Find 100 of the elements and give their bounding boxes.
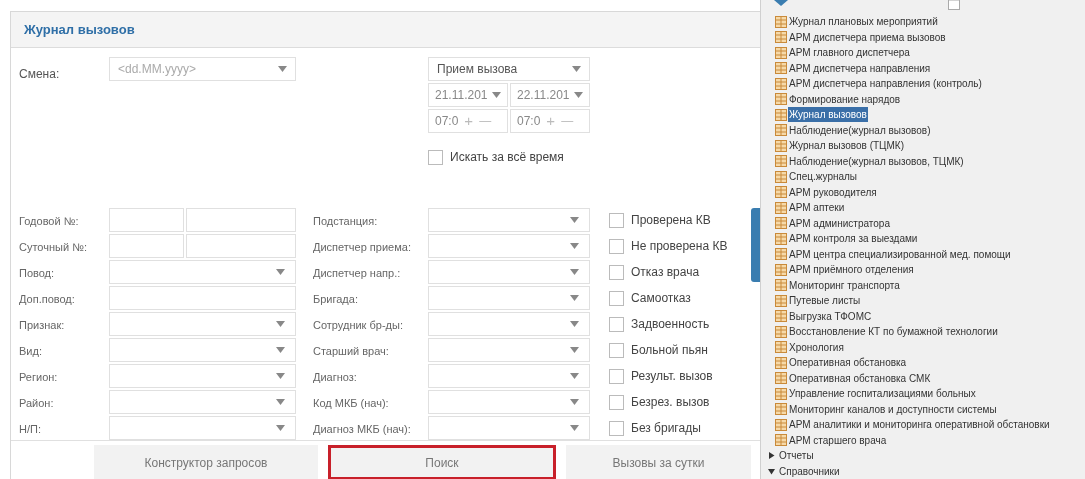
input-field[interactable]	[109, 208, 184, 232]
time-field[interactable]: 07:0	[517, 112, 541, 130]
field-label: Доп.повод:	[19, 293, 75, 305]
dropdown-field[interactable]	[428, 312, 590, 336]
tree-item[interactable]: Хронология	[788, 339, 845, 355]
tree-item[interactable]: Оперативная обстановка	[788, 355, 908, 371]
checkbox-label: Без бригады	[631, 420, 701, 437]
table-icon	[775, 77, 787, 90]
field-label: Подстанция:	[313, 215, 378, 227]
table-icon	[775, 170, 787, 183]
checkbox[interactable]	[609, 394, 624, 410]
dropdown-field[interactable]	[109, 390, 296, 414]
checkbox[interactable]	[609, 290, 624, 306]
tree-item[interactable]: Наблюдение(журнал вызовов, ТЦМК)	[788, 153, 965, 169]
caret-icon	[570, 347, 579, 353]
tree-item[interactable]: АРМ приёмного отделения	[788, 262, 915, 278]
caret-icon	[570, 269, 579, 275]
tree-item[interactable]: Формирование нарядов	[788, 91, 902, 107]
dropdown-field[interactable]	[428, 208, 590, 232]
tree-item[interactable]: АРМ диспетчера направления (контроль)	[788, 76, 983, 92]
dropdown-field[interactable]	[428, 286, 590, 310]
table-icon	[775, 325, 787, 338]
checkbox[interactable]	[428, 149, 443, 165]
checkbox[interactable]	[609, 368, 624, 384]
collapse-handle[interactable]	[751, 208, 760, 282]
tree-item[interactable]: Оперативная обстановка СМК	[788, 370, 932, 386]
table-icon	[775, 186, 787, 199]
table-icon	[775, 263, 787, 276]
tree-item[interactable]: Спец.журналы	[788, 169, 859, 185]
action-button[interactable]: Вызовы за сутки	[566, 445, 751, 479]
input-field[interactable]	[109, 234, 184, 258]
tree-item[interactable]: АРМ диспетчера направления	[788, 60, 932, 76]
date-select[interactable]: 21.11.201	[428, 83, 508, 107]
tree-item[interactable]: АРМ старшего врача	[788, 432, 888, 448]
field-label: Суточный №:	[19, 241, 87, 253]
dropdown-field[interactable]	[109, 260, 296, 284]
dropdown-field[interactable]	[428, 416, 590, 440]
tree-item[interactable]: АРМ аналитики и мониторинга оперативной обстановки	[788, 417, 1051, 433]
time-field[interactable]: 07:0	[435, 112, 459, 130]
diamond-icon	[774, 0, 788, 6]
mode-select[interactable]: Прием вызова	[428, 57, 590, 81]
collapsed-triangle-icon[interactable]	[768, 452, 775, 460]
action-button[interactable]: Конструктор запросов	[94, 445, 318, 479]
checkbox-label: Безрез. вызов	[631, 394, 710, 411]
tree-item[interactable]: АРМ руководителя	[788, 184, 878, 200]
tree-item[interactable]: Журнал плановых мероприятий	[788, 14, 939, 30]
table-icon	[775, 341, 787, 354]
field-label: Старший врач:	[313, 345, 389, 357]
input-field[interactable]	[109, 286, 296, 310]
tree-item[interactable]: АРМ аптеки	[788, 200, 846, 216]
table-icon	[775, 139, 787, 152]
checkbox[interactable]	[609, 212, 624, 228]
tree-item[interactable]: Наблюдение(журнал вызовов)	[788, 122, 932, 138]
checkbox[interactable]	[609, 420, 624, 436]
expanded-triangle-icon[interactable]	[768, 467, 775, 475]
tree-item[interactable]: АРМ администратора	[788, 215, 891, 231]
input-field[interactable]	[186, 234, 296, 258]
checkbox-label: Проверена КВ	[631, 212, 711, 229]
tree-item[interactable]: Мониторинг транспорта	[788, 277, 901, 293]
dropdown-field[interactable]	[109, 312, 296, 336]
tree-item[interactable]: Журнал вызовов (ТЦМК)	[788, 138, 905, 154]
tree-item[interactable]: Выгрузка ТФОМС	[788, 308, 873, 324]
tree-item[interactable]: АРМ диспетчера приема вызовов	[788, 29, 947, 45]
caret-icon	[572, 66, 581, 72]
table-icon	[775, 387, 787, 400]
tree-item[interactable]: Журнал вызовов	[788, 107, 868, 123]
tree-item[interactable]: АРМ главного диспетчера	[788, 45, 911, 61]
tree-item[interactable]: Мониторинг каналов и доступности системы	[788, 401, 998, 417]
dropdown-field[interactable]	[428, 338, 590, 362]
field-label: Признак:	[19, 319, 65, 331]
caret-icon	[276, 347, 285, 353]
field-label: Диспетчер напр.:	[313, 267, 401, 279]
date-select[interactable]: 22.11.201	[510, 83, 590, 107]
tree-item[interactable]: АРМ контроля за выездами	[788, 231, 919, 247]
dropdown-field[interactable]	[428, 390, 590, 414]
tree-item[interactable]: АРМ центра специализированной мед. помощи	[788, 246, 1012, 262]
tree-folder[interactable]: Справочники	[779, 463, 840, 479]
checkbox[interactable]	[609, 342, 624, 358]
caret-icon	[570, 373, 579, 379]
field-label: Район:	[19, 397, 54, 409]
tree-item[interactable]: Путевые листы	[788, 293, 862, 309]
table-icon	[775, 217, 787, 230]
input-field[interactable]	[186, 208, 296, 232]
dropdown-field[interactable]	[109, 338, 296, 362]
dropdown-field[interactable]	[428, 364, 590, 388]
table-icon	[775, 310, 787, 323]
tree-item[interactable]: Управление госпитализациями больных	[788, 386, 977, 402]
panel-title: Журнал вызовов	[24, 20, 135, 39]
dropdown-field[interactable]	[109, 364, 296, 388]
tree-item[interactable]: Восстановление КТ по бумажной технологии	[788, 324, 999, 340]
dropdown-field[interactable]	[428, 234, 590, 258]
checkbox[interactable]	[609, 316, 624, 332]
checkbox[interactable]	[609, 264, 624, 280]
dropdown-field[interactable]	[109, 416, 296, 440]
caret-icon	[570, 399, 579, 405]
checkbox[interactable]	[609, 238, 624, 254]
action-button[interactable]: Поиск	[328, 445, 556, 479]
field-label: Диагноз МКБ (нач):	[313, 423, 411, 435]
dropdown-field[interactable]	[428, 260, 590, 284]
tree-folder[interactable]: Отчеты	[779, 448, 814, 464]
